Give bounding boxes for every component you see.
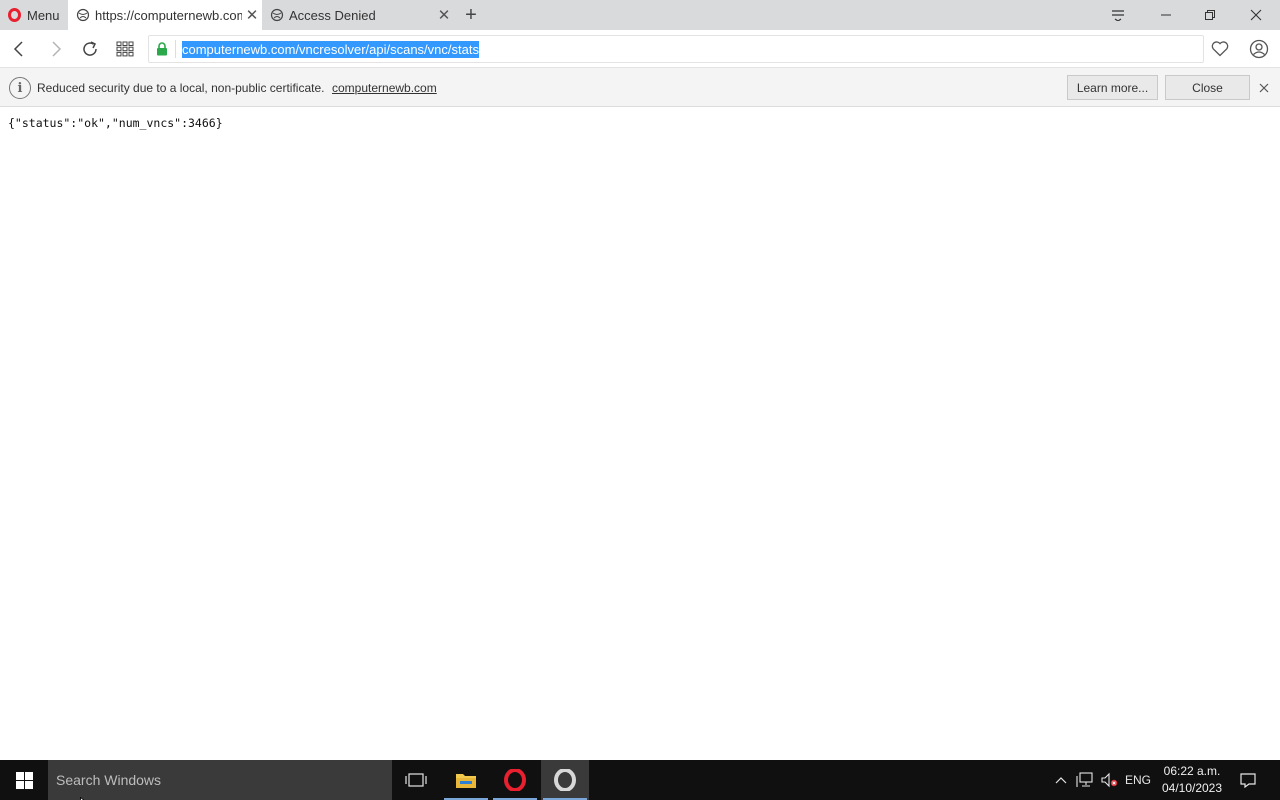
tab-menu-icon[interactable] xyxy=(1096,0,1140,30)
task-view-icon[interactable] xyxy=(392,760,440,800)
tab-title: https://computernewb.com xyxy=(95,7,242,23)
volume-muted-icon[interactable] xyxy=(1098,760,1120,800)
forward-icon[interactable] xyxy=(42,35,70,63)
security-message: Reduced security due to a local, non-pub… xyxy=(37,81,325,95)
site-globe-icon xyxy=(270,8,284,22)
back-icon[interactable] xyxy=(5,35,33,63)
opera-browser-active-icon[interactable] xyxy=(541,760,589,800)
opera-logo-icon xyxy=(8,8,21,22)
tab-access-denied[interactable]: Access Denied ✕ xyxy=(262,0,454,30)
domain-link[interactable]: computernewb.com xyxy=(332,81,437,95)
security-notice-bar: i Reduced security due to a local, non-p… xyxy=(0,68,1280,107)
close-window-icon[interactable] xyxy=(1234,0,1278,30)
opera-menu-button[interactable]: Menu xyxy=(0,0,68,30)
minimize-icon[interactable] xyxy=(1144,0,1188,30)
info-icon: i xyxy=(9,77,31,99)
action-center-icon[interactable] xyxy=(1232,760,1264,800)
windows-taskbar: Search Windows ENG 06:22 a.m. 04/10/2023 xyxy=(0,760,1280,800)
close-notice-button[interactable]: Close xyxy=(1165,75,1250,100)
tab-close-icon[interactable]: ✕ xyxy=(242,5,262,25)
new-tab-button[interactable]: + xyxy=(459,3,483,27)
url-separator xyxy=(175,40,176,58)
system-clock[interactable]: 06:22 a.m. 04/10/2023 xyxy=(1158,763,1226,797)
taskbar-search-input[interactable]: Search Windows xyxy=(48,760,392,800)
windows-start-icon[interactable] xyxy=(0,760,48,800)
browser-toolbar: computernewb.com/vncresolver/api/scans/v… xyxy=(0,30,1280,68)
file-explorer-icon[interactable] xyxy=(442,760,490,800)
opera-browser-icon[interactable] xyxy=(491,760,539,800)
lock-icon[interactable] xyxy=(149,36,175,62)
chevron-up-icon[interactable] xyxy=(1050,760,1072,800)
tab-title: Access Denied xyxy=(289,7,376,23)
clock-time: 06:22 a.m. xyxy=(1163,764,1221,778)
page-content: {"status":"ok","num_vncs":3466} xyxy=(0,107,1280,760)
restore-icon[interactable] xyxy=(1188,0,1232,30)
clock-date: 04/10/2023 xyxy=(1161,781,1223,795)
json-response: {"status":"ok","num_vncs":3466} xyxy=(8,116,223,130)
menu-label: Menu xyxy=(27,7,60,23)
site-globe-icon xyxy=(76,8,90,22)
tab-close-icon[interactable]: ✕ xyxy=(434,5,454,25)
network-icon[interactable] xyxy=(1074,760,1096,800)
tab-strip: Menu https://computernewb.com ✕ Access D… xyxy=(0,0,1280,30)
dismiss-icon[interactable] xyxy=(1255,79,1273,97)
speed-dial-icon[interactable] xyxy=(111,35,139,63)
url-text[interactable]: computernewb.com/vncresolver/api/scans/v… xyxy=(182,40,479,58)
address-bar[interactable]: computernewb.com/vncresolver/api/scans/v… xyxy=(148,35,1204,63)
reload-icon[interactable] xyxy=(76,35,104,63)
heart-icon[interactable] xyxy=(1206,35,1234,63)
language-indicator[interactable]: ENG xyxy=(1122,760,1154,800)
tab-computernewb[interactable]: https://computernewb.com ✕ xyxy=(68,0,262,30)
mouse-cursor-icon xyxy=(80,793,87,800)
learn-more-button[interactable]: Learn more... xyxy=(1067,75,1158,100)
profile-icon[interactable] xyxy=(1245,35,1273,63)
